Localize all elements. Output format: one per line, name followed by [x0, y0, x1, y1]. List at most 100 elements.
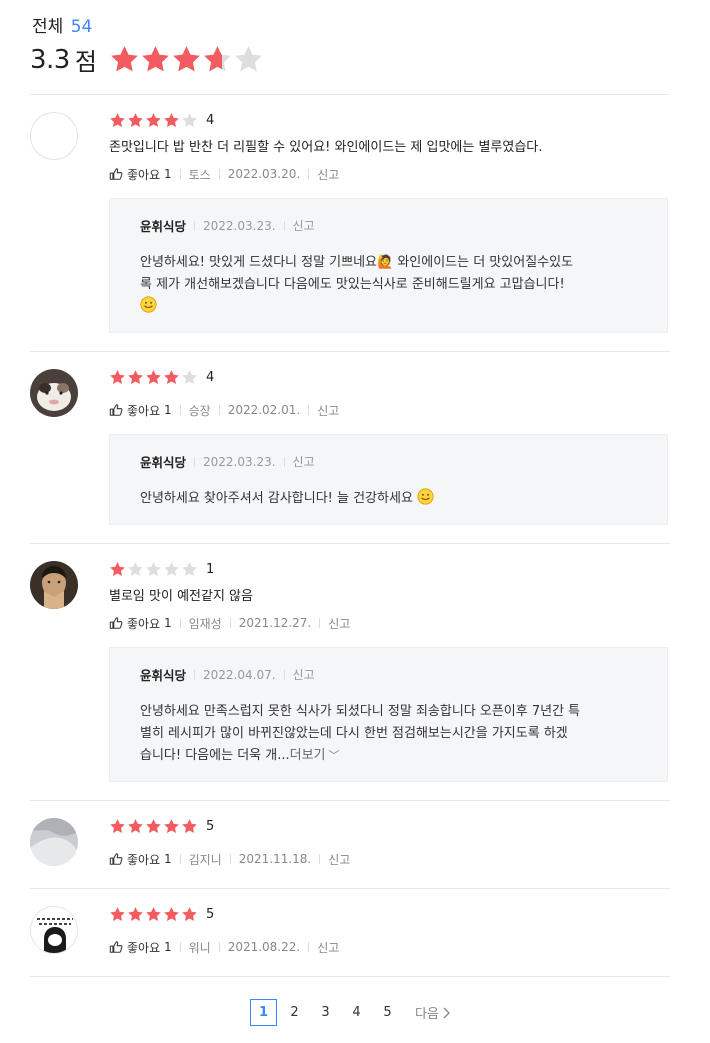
rating-score: 5 [206, 907, 215, 922]
report-link[interactable]: 신고 [328, 615, 350, 632]
average-rating: 3.3 점 [30, 42, 264, 77]
like-label: 좋아요 [127, 852, 161, 867]
like-button[interactable]: 좋아요 1 [109, 402, 172, 419]
review-author: 임재성 [188, 616, 222, 631]
read-more-link[interactable]: 더보기 ﹀ [290, 748, 340, 763]
read-more-label: 더보기 [289, 748, 326, 763]
divider [30, 94, 670, 95]
divider [30, 543, 670, 544]
separator [229, 618, 231, 628]
owner-reply: 윤휘식당 2022.03.23. 신고 안녕하세요 찾아주셔서 감사합니다! 늘… [109, 434, 668, 525]
pagination: 1 2 3 4 5 다음 [250, 999, 450, 1026]
rating-score: 4 [206, 113, 215, 128]
separator [179, 942, 181, 952]
like-button[interactable]: 좋아요 1 [109, 615, 172, 632]
review-rating: 4 [109, 112, 670, 129]
reply-report-link[interactable]: 신고 [293, 453, 315, 470]
avatar [30, 369, 78, 417]
page-4-button[interactable]: 4 [343, 999, 370, 1026]
star-icon [164, 370, 179, 385]
reply-date: 2022.04.07. [203, 667, 276, 682]
review-rating: 1 [109, 561, 670, 578]
star-icon [182, 907, 197, 922]
next-label: 다음 [415, 1007, 439, 1022]
reply-text: 안녕하세요 찾아주셔서 감사합니다! 늘 건강하세요 [140, 488, 630, 510]
reply-text: 안녕하세요 만족스럽지 못한 식사가 되셨다니 정말 죄송합니다 오픈이후 7년… [140, 701, 630, 767]
review-meta: 좋아요 1 토스 2022.03.20. 신고 [109, 165, 670, 183]
star-icon [146, 370, 161, 385]
smile-emoji-icon [140, 296, 157, 313]
review-date: 2021.08.22. [227, 940, 301, 954]
separator [229, 854, 231, 864]
star-icon [110, 370, 125, 385]
star-icon [146, 907, 161, 922]
reply-line: 안녕하세요 만족스럽지 못한 식사가 되셨다니 정말 죄송합니다 오픈이후 7년… [140, 704, 581, 719]
reply-report-link[interactable]: 신고 [293, 666, 315, 683]
review-item: 4 좋아요 1 승장 2022.02.01. 신고 윤휘식당 2022.03.2… [30, 369, 670, 525]
page-2-button[interactable]: 2 [281, 999, 308, 1026]
reply-owner: 윤휘식당 [140, 455, 187, 470]
rating-score: 5 [206, 819, 215, 834]
like-button[interactable]: 좋아요 1 [109, 939, 172, 956]
divider [30, 888, 670, 889]
page-1-button[interactable]: 1 [250, 999, 277, 1026]
page-3-button[interactable]: 3 [312, 999, 339, 1026]
owner-reply: 윤휘식당 2022.03.23. 신고 안녕하세요! 맛있게 드셨다니 정말 기… [109, 198, 668, 333]
cartoon-avatar-icon [31, 907, 77, 953]
report-link[interactable]: 신고 [328, 851, 350, 868]
star-empty-icon [146, 562, 161, 577]
review-stars [109, 112, 199, 129]
half-star-icon [204, 46, 231, 72]
thumbs-up-icon [109, 941, 123, 953]
thumbs-up-icon [109, 853, 123, 865]
like-count: 1 [163, 167, 172, 181]
review-meta: 좋아요 1 승장 2022.02.01. 신고 [109, 401, 670, 419]
chevron-right-icon [443, 1007, 450, 1018]
review-item: 4 존맛입니다 밥 반찬 더 리필할 수 있어요! 와인에이드는 제 입맛에는 … [30, 112, 670, 334]
reply-line: 별히 레시피가 많이 바뀌진않았는데 다시 한번 점검해보는시간을 가지도록 하… [140, 726, 568, 741]
next-page-button[interactable]: 다음 [415, 1003, 450, 1022]
snow-avatar-icon [30, 818, 78, 866]
reply-line: 안녕하세요! 맛있게 드셨다니 정말 기쁘네요🙋 와인에이드는 더 맛있어질수있… [140, 255, 574, 270]
report-link[interactable]: 신고 [317, 939, 339, 956]
rating-score: 1 [206, 562, 215, 577]
separator [308, 405, 310, 415]
reply-owner: 윤휘식당 [140, 219, 187, 234]
separator [194, 669, 196, 680]
reply-owner: 윤휘식당 [140, 668, 187, 683]
review-total: 전체 54 [32, 12, 92, 37]
star-empty-icon [235, 46, 262, 72]
reply-date: 2022.03.23. [203, 218, 276, 233]
like-button[interactable]: 좋아요 1 [109, 166, 172, 183]
separator [283, 669, 285, 680]
separator [319, 618, 321, 628]
average-stars [109, 44, 264, 75]
report-link[interactable]: 신고 [317, 402, 339, 419]
star-empty-icon [128, 562, 143, 577]
avatar [30, 818, 78, 866]
star-empty-icon [182, 370, 197, 385]
star-icon [110, 113, 125, 128]
review-text: 별로임 맛이 예전같지 않음 [109, 589, 253, 604]
avatar [30, 561, 78, 609]
star-icon [110, 907, 125, 922]
separator [308, 942, 310, 952]
like-button[interactable]: 좋아요 1 [109, 851, 172, 868]
review-rating: 5 [109, 906, 670, 923]
average-score: 3.3 [30, 44, 70, 75]
separator [179, 169, 181, 179]
review-stars [109, 369, 199, 386]
report-link[interactable]: 신고 [317, 166, 339, 183]
separator [194, 456, 196, 467]
page-5-button[interactable]: 5 [374, 999, 401, 1026]
separator [218, 942, 220, 952]
reply-report-link[interactable]: 신고 [293, 217, 315, 234]
review-stars [109, 561, 199, 578]
review-stars [109, 818, 199, 835]
reply-line: 안녕하세요 찾아주셔서 감사합니다! 늘 건강하세요 [140, 491, 413, 506]
separator [194, 220, 196, 231]
reply-text: 안녕하세요! 맛있게 드셨다니 정말 기쁘네요🙋 와인에이드는 더 맛있어질수있… [140, 252, 630, 318]
reply-emoji-line [140, 296, 630, 318]
like-label: 좋아요 [127, 167, 161, 182]
star-icon [146, 113, 161, 128]
